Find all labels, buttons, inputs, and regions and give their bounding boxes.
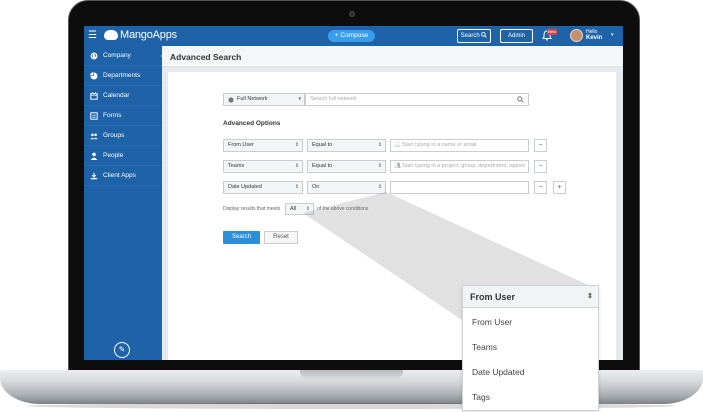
sidebar-item-label: People: [103, 152, 124, 159]
operator-select-3[interactable]: On ⇕: [307, 181, 386, 194]
page-header: Advanced Search: [161, 46, 623, 67]
collapse-sidebar-icon[interactable]: [161, 52, 165, 60]
sidebar-item-label: Departments: [103, 72, 141, 79]
updown-icon: ⇕: [377, 142, 382, 148]
field-select-value: Teams: [228, 163, 245, 169]
sidebar-item-label: Calendar: [103, 92, 130, 99]
operator-select-value: Equal to: [312, 142, 333, 148]
dropdown-option[interactable]: Date Updated: [472, 367, 524, 377]
notification-badge: New: [547, 29, 558, 35]
search-button[interactable]: Search: [457, 29, 491, 43]
remove-row-button[interactable]: −: [534, 181, 547, 194]
scope-select-value: Full Network: [237, 96, 268, 102]
dropdown-option[interactable]: Tags: [472, 392, 490, 402]
pencil-icon[interactable]: ✎: [114, 342, 130, 358]
updown-icon: ⇕: [294, 184, 299, 190]
sidebar-item-label: Forms: [103, 112, 122, 119]
download-icon: [90, 172, 98, 180]
search-button-label: Search: [460, 33, 480, 39]
updown-icon: ⇕: [377, 184, 382, 190]
forms-icon: [90, 112, 98, 120]
compose-button[interactable]: + Compose: [328, 30, 375, 42]
sidebar-item-label: Company: [103, 52, 131, 59]
pie-icon: [90, 72, 98, 80]
updown-icon: ⇕: [377, 163, 382, 169]
sidebar: Company Departments Calendar Forms Group…: [84, 46, 162, 360]
search-input[interactable]: Search full network: [305, 93, 529, 106]
logo-cloud-icon: [104, 30, 118, 40]
field-select-1[interactable]: From User ⇕: [223, 139, 303, 152]
match-select[interactable]: All ⇕: [285, 203, 314, 215]
sidebar-item-groups[interactable]: Groups: [84, 126, 162, 146]
sidebar-item-people[interactable]: People: [84, 146, 162, 166]
remove-row-button[interactable]: −: [534, 160, 547, 173]
globe-icon: [90, 52, 98, 60]
value-placeholder: Start typing in a name or email: [402, 142, 477, 148]
globe-icon: [228, 97, 234, 103]
person-icon: 👤︎: [394, 142, 401, 148]
dropdown-selected-value: From User: [470, 292, 516, 302]
add-row-button[interactable]: +: [553, 181, 566, 194]
sidebar-item-client-apps[interactable]: Client Apps: [84, 166, 162, 186]
reset-button[interactable]: Reset: [264, 231, 298, 244]
camera-icon: [349, 11, 355, 17]
advanced-options-label: Advanced Options: [223, 120, 281, 127]
admin-button[interactable]: Admin: [500, 29, 533, 43]
avatar[interactable]: [570, 29, 583, 42]
sidebar-item-label: Groups: [103, 132, 125, 139]
match-select-value: All: [290, 206, 297, 212]
operator-select-1[interactable]: Equal to ⇕: [307, 139, 386, 152]
field-select-2[interactable]: Teams ⇕: [223, 160, 303, 173]
sidebar-item-forms[interactable]: Forms: [84, 106, 162, 126]
search-submit-button[interactable]: Search: [223, 231, 260, 244]
laptop-notch: [300, 370, 403, 379]
search-placeholder: Search full network: [310, 96, 357, 102]
laptop-mockup: ☰ MangoApps + Compose Search Admin New H…: [0, 0, 703, 412]
top-bar: ☰ MangoApps + Compose Search Admin New H…: [84, 26, 623, 46]
field-select-value: From User: [228, 142, 254, 148]
scope-select[interactable]: Full Network ▾: [223, 93, 305, 106]
operator-select-2[interactable]: Equal to ⇕: [307, 160, 386, 173]
display-prefix: Display results that meets: [223, 206, 281, 212]
operator-select-value: Equal to: [312, 163, 333, 169]
calendar-icon: [90, 92, 98, 100]
value-input-1[interactable]: 👤︎ Start typing in a name or email: [390, 139, 529, 152]
value-input-3[interactable]: [390, 181, 529, 194]
groups-icon: 👥︎: [394, 163, 401, 169]
updown-icon: ⇕: [587, 293, 593, 300]
sidebar-item-departments[interactable]: Departments: [84, 66, 162, 86]
logo-text: MangoApps: [120, 29, 177, 41]
user-name: Kevin: [586, 35, 603, 41]
value-input-2[interactable]: 👥︎ Start typing in a project, group, dep…: [390, 160, 529, 173]
operator-select-value: On: [312, 184, 320, 190]
dropdown-option[interactable]: Teams: [472, 342, 497, 352]
menu-icon[interactable]: ☰: [88, 30, 97, 41]
updown-icon: ⇕: [294, 142, 299, 148]
value-placeholder: Start typing in a project, group, depart…: [402, 163, 525, 169]
display-suffix: of the above conditions: [317, 206, 369, 212]
updown-icon: ⇕: [305, 206, 310, 212]
field-select-3[interactable]: Date Updated ⇕: [223, 181, 303, 194]
remove-row-button[interactable]: −: [534, 139, 547, 152]
chevron-down-icon[interactable]: ▾: [611, 32, 614, 38]
user-greeting[interactable]: Hello Kevin: [586, 29, 602, 41]
groups-icon: [90, 133, 98, 140]
sidebar-item-calendar[interactable]: Calendar: [84, 86, 162, 106]
dropdown-arrow-icon: ▾: [298, 96, 301, 102]
search-icon: [481, 32, 488, 38]
field-dropdown-callout: From User ⇕ From User Teams Date Updated…: [462, 285, 599, 411]
sidebar-item-label: Client Apps: [103, 172, 136, 179]
app-logo[interactable]: MangoApps: [104, 29, 177, 41]
field-select-value: Date Updated: [228, 184, 262, 190]
updown-icon: ⇕: [294, 163, 299, 169]
person-icon: [90, 152, 98, 160]
sidebar-item-company[interactable]: Company: [84, 46, 162, 66]
search-icon: [517, 96, 524, 103]
dropdown-option[interactable]: From User: [472, 317, 512, 327]
dropdown-selected[interactable]: From User ⇕: [463, 286, 598, 308]
page-title: Advanced Search: [170, 52, 242, 62]
